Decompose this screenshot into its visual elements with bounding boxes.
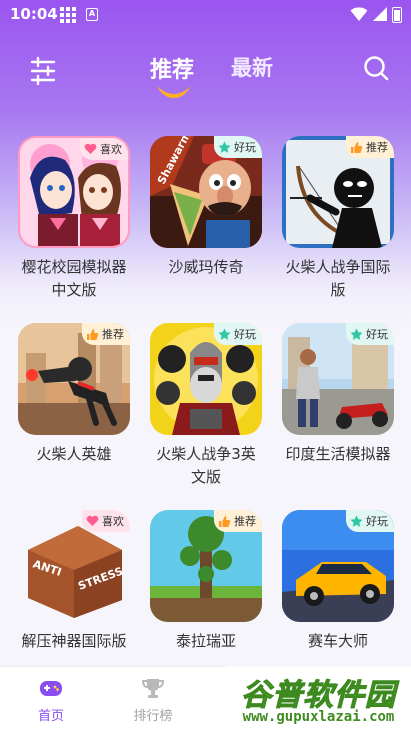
badge-label: 好玩	[234, 328, 256, 341]
game-badge: 好玩	[214, 136, 262, 158]
game-badge: 推荐	[214, 510, 262, 532]
game-badge: 喜欢	[82, 510, 130, 532]
tab-latest[interactable]: 最新	[231, 52, 273, 82]
nav-label: 排行榜	[133, 709, 173, 724]
game-name: 印度生活模拟器	[285, 445, 391, 463]
game-card[interactable]: 好玩 赛车大师	[282, 510, 394, 653]
badge-label: 好玩	[366, 515, 388, 528]
game-card[interactable]: ANTI STRESS 喜欢 解压神器国际版	[18, 510, 130, 653]
star-icon	[218, 141, 231, 153]
game-card[interactable]: 好玩 印度生活模拟器	[282, 323, 394, 466]
game-name: 泰拉瑞亚	[175, 632, 236, 650]
game-thumbnail: 推荐	[18, 323, 130, 435]
signal-icon	[373, 7, 387, 21]
star-icon	[350, 515, 363, 527]
wifi-icon	[350, 7, 368, 21]
game-card[interactable]: 好玩 火柴人战争3英文版	[150, 323, 262, 489]
game-thumbnail: Shawarma 好玩	[150, 136, 262, 248]
watermark: 谷普软件园 www.gupuxlazai.com	[226, 666, 411, 730]
grid-icon	[60, 7, 76, 23]
game-badge: 好玩	[346, 510, 394, 532]
game-card[interactable]: Shawarma 好玩 沙威玛传奇	[150, 136, 262, 279]
badge-label: 推荐	[102, 328, 124, 341]
badge-label: 好玩	[366, 328, 388, 341]
badge-label: 推荐	[234, 515, 256, 528]
active-tab-indicator	[157, 86, 191, 98]
game-thumbnail: ANTI STRESS 喜欢	[18, 510, 130, 622]
watermark-url: www.gupuxlazai.com	[242, 709, 395, 725]
game-name: 樱花校园模拟器中文版	[21, 258, 127, 299]
game-thumbnail: 推荐	[150, 510, 262, 622]
trophy-icon	[141, 679, 165, 698]
status-time: 10:04	[10, 5, 58, 23]
thumbs-up-icon	[351, 141, 363, 153]
game-badge: 好玩	[214, 323, 262, 345]
game-name: 火柴人英雄	[36, 445, 112, 463]
game-card[interactable]: 推荐 泰拉瑞亚	[150, 510, 262, 653]
star-icon	[218, 328, 231, 340]
filter-icon[interactable]	[26, 56, 60, 86]
badge-label: 好玩	[234, 141, 256, 154]
game-badge: 喜欢	[80, 138, 128, 160]
game-card[interactable]: 推荐 火柴人战争国际版	[282, 136, 394, 302]
game-name: 赛车大师	[307, 632, 368, 650]
status-bar: 10:04 A	[0, 0, 411, 30]
nav-ranking[interactable]: 排行榜	[108, 667, 198, 730]
badge-label: 喜欢	[102, 515, 124, 528]
game-thumbnail: 好玩	[150, 323, 262, 435]
game-card[interactable]: 喜欢 樱花校园模拟器中文版	[18, 136, 130, 302]
game-badge: 推荐	[346, 136, 394, 158]
game-name: 解压神器国际版	[21, 632, 127, 650]
game-thumbnail: 推荐	[282, 136, 394, 248]
app-screen: 10:04 A 推荐 最新 喜欢 樱花校园模拟器中文版 Shawarma 好玩 …	[0, 0, 411, 730]
game-name: 沙威玛传奇	[168, 258, 244, 276]
heart-icon	[84, 143, 97, 154]
game-thumbnail: 喜欢	[18, 136, 130, 248]
watermark-logo-text: 谷普软件园	[241, 678, 396, 714]
nav-home[interactable]: 首页	[6, 667, 96, 730]
game-thumbnail: 好玩	[282, 510, 394, 622]
search-icon[interactable]	[362, 54, 390, 82]
badge-label: 推荐	[366, 141, 388, 154]
thumbs-up-icon	[219, 515, 231, 527]
game-badge: 推荐	[82, 323, 130, 345]
thumbs-up-icon	[87, 328, 99, 340]
game-grid: 喜欢 樱花校园模拟器中文版 Shawarma 好玩 沙威玛传奇 推荐 火柴人战争…	[0, 136, 411, 666]
game-name: 火柴人战争国际版	[285, 258, 391, 299]
header: 推荐 最新	[0, 40, 411, 110]
tab-recommend[interactable]: 推荐	[150, 52, 194, 84]
gamepad-icon	[40, 681, 62, 696]
game-badge: 好玩	[346, 323, 394, 345]
game-card[interactable]: 推荐 火柴人英雄	[18, 323, 130, 466]
nav-label: 首页	[37, 709, 64, 724]
badge-label: 喜欢	[100, 143, 122, 156]
star-icon	[350, 328, 363, 340]
status-a-icon: A	[86, 8, 98, 21]
game-name: 火柴人战争3英文版	[156, 445, 256, 486]
battery-icon	[392, 7, 402, 23]
heart-icon	[86, 515, 99, 526]
game-thumbnail: 好玩	[282, 323, 394, 435]
